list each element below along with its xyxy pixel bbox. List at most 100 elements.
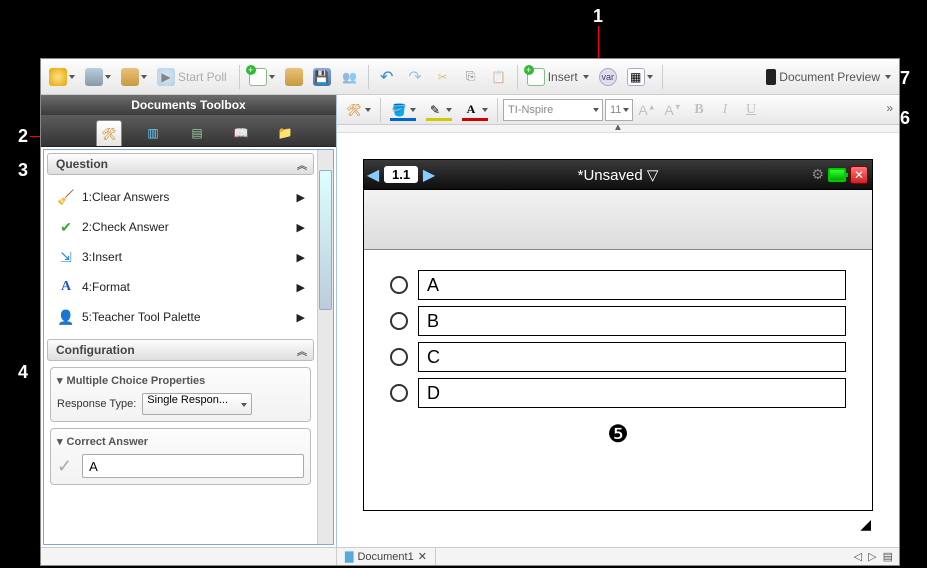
- tab-content[interactable]: 📁: [272, 120, 298, 146]
- radio-button[interactable]: [390, 384, 408, 402]
- document-title: *Unsaved ▽: [364, 166, 872, 184]
- option-input[interactable]: C: [418, 342, 846, 372]
- radio-button[interactable]: [390, 348, 408, 366]
- group-icon: 👥: [341, 68, 359, 86]
- group-button[interactable]: 👥: [337, 63, 363, 91]
- question-prompt-area[interactable]: [364, 190, 872, 250]
- scrollbar-thumb[interactable]: [319, 170, 332, 310]
- italic-button[interactable]: I: [713, 99, 737, 121]
- collapse-handle[interactable]: ▲: [337, 125, 899, 133]
- text-color-button[interactable]: A: [458, 96, 492, 124]
- accordion-configuration[interactable]: Configuration ︽: [47, 339, 314, 361]
- save-button[interactable]: 💾: [309, 63, 335, 91]
- question-items: 🧹1:Clear Answers▶ ✔2:Check Answer▶ ⇲3:In…: [44, 178, 317, 336]
- wrench-icon: 🛠: [345, 101, 363, 119]
- menu-format[interactable]: A4:Format▶: [50, 272, 311, 302]
- font-decrease-button[interactable]: A▼: [661, 99, 685, 121]
- redo-icon: ↶: [406, 68, 424, 86]
- tab-page-sorter[interactable]: ▥: [140, 120, 166, 146]
- submenu-arrow-icon: ▶: [297, 221, 305, 234]
- radio-button[interactable]: [390, 312, 408, 330]
- handheld-preview: ◀ 1.1 ▶ *Unsaved ▽ ⚙ ✕ A B: [363, 159, 873, 511]
- separator: [368, 65, 369, 89]
- callout-1: 1: [593, 6, 603, 27]
- option-input[interactable]: B: [418, 306, 846, 336]
- line-color-button[interactable]: ✎: [422, 96, 456, 124]
- option-input[interactable]: A: [418, 270, 846, 300]
- close-button[interactable]: ✕: [850, 166, 868, 184]
- tab-prev-icon[interactable]: ◁: [854, 550, 862, 563]
- more-icon[interactable]: »: [886, 101, 893, 115]
- accordion-question[interactable]: Question ︽: [47, 153, 314, 175]
- device-header: ◀ 1.1 ▶ *Unsaved ▽ ⚙ ✕: [364, 160, 872, 190]
- open-button[interactable]: [281, 63, 307, 91]
- box-icon: [121, 68, 139, 86]
- format-icon: A: [56, 277, 76, 297]
- undo-button[interactable]: ↶: [374, 63, 400, 91]
- response-type-select[interactable]: Single Respon...: [142, 393, 252, 415]
- tools-icon: 🛠: [100, 125, 118, 143]
- collapse-icon: ︽: [297, 157, 305, 172]
- start-poll-button[interactable]: ▶Start Poll: [153, 63, 234, 91]
- cut-icon: ✂: [434, 68, 452, 86]
- font-family-select[interactable]: TI-Nspire: [503, 99, 603, 121]
- correct-answer-panel: ▾Correct Answer ✓ A: [50, 428, 311, 485]
- tab-libraries[interactable]: 📖: [228, 120, 254, 146]
- layout-button[interactable]: ▦: [623, 63, 657, 91]
- tab-list-icon[interactable]: ▤: [883, 550, 893, 563]
- correct-answer-input[interactable]: A: [82, 454, 304, 478]
- bold-button[interactable]: B: [687, 99, 711, 121]
- menu-insert[interactable]: ⇲3:Insert▶: [50, 242, 311, 272]
- document-canvas: ◀ 1.1 ▶ *Unsaved ▽ ⚙ ✕ A B: [337, 133, 899, 547]
- new-doc-button[interactable]: [245, 63, 279, 91]
- text-color-icon: A: [462, 101, 480, 119]
- copy-button[interactable]: ⎘: [458, 63, 484, 91]
- font-size-select[interactable]: 11: [605, 99, 633, 121]
- close-tab-icon[interactable]: ✕: [418, 550, 427, 563]
- option-input[interactable]: D: [418, 378, 846, 408]
- menu-clear-answers[interactable]: 🧹1:Clear Answers▶: [50, 182, 311, 212]
- color-swatch: [426, 118, 452, 121]
- insert-button[interactable]: Insert: [523, 63, 593, 91]
- format-toolbar: 🛠 🪣 ✎ A TI-Nspire 11 A▲ A▼ B I U »: [337, 95, 899, 125]
- copy-icon: ⎘: [462, 68, 480, 86]
- font-increase-button[interactable]: A▲: [635, 99, 659, 121]
- paste-button[interactable]: 📋: [486, 63, 512, 91]
- submenu-arrow-icon: ▶: [297, 191, 305, 204]
- resize-handle-icon[interactable]: ◢: [860, 516, 871, 533]
- new-doc-icon: [249, 68, 267, 86]
- insert-page-icon: [527, 68, 545, 86]
- tab-next-icon[interactable]: ▷: [868, 550, 876, 563]
- underline-button[interactable]: U: [739, 99, 763, 121]
- chevron-down-icon: [241, 403, 247, 407]
- tab-utilities[interactable]: ▤: [184, 120, 210, 146]
- doc-preview-button[interactable]: Document Preview: [762, 63, 895, 91]
- layout-icon: ▦: [627, 68, 645, 86]
- fill-color-button[interactable]: 🪣: [386, 96, 420, 124]
- doc-tools-button[interactable]: 🛠: [341, 96, 375, 124]
- cut-button[interactable]: ✂: [430, 63, 456, 91]
- tab-tools[interactable]: 🛠: [96, 120, 122, 146]
- mcp-title-label: Multiple Choice Properties: [67, 375, 206, 387]
- variables-button[interactable]: var: [595, 63, 621, 91]
- settings-gear-icon[interactable]: ⚙: [811, 166, 824, 183]
- book-icon: 📖: [232, 124, 250, 142]
- separator: [517, 65, 518, 89]
- radio-button[interactable]: [390, 276, 408, 294]
- callout-6: 6: [900, 108, 910, 129]
- play-icon: ▶: [157, 68, 175, 86]
- teacher-icon: 👤: [56, 307, 76, 327]
- menu-label: 4:Format: [82, 280, 130, 294]
- menu-teacher-palette[interactable]: 👤5:Teacher Tool Palette▶: [50, 302, 311, 332]
- correct-answer-title: ▾Correct Answer: [57, 435, 304, 448]
- menu-check-answer[interactable]: ✔2:Check Answer▶: [50, 212, 311, 242]
- sidebar-scrollbar[interactable]: [317, 150, 333, 544]
- redo-button[interactable]: ↶: [402, 63, 428, 91]
- option-row: C: [390, 342, 846, 372]
- collect-button[interactable]: [117, 63, 151, 91]
- screenshot-button[interactable]: [81, 63, 115, 91]
- undo-icon: ↶: [378, 68, 396, 86]
- class-button[interactable]: [45, 63, 79, 91]
- documents-toolbox-sidebar: Documents Toolbox 🛠 ▥ ▤ 📖 📁 Question ︽ 🧹…: [41, 95, 337, 547]
- document-tab[interactable]: ▇ Document1 ✕: [337, 548, 436, 565]
